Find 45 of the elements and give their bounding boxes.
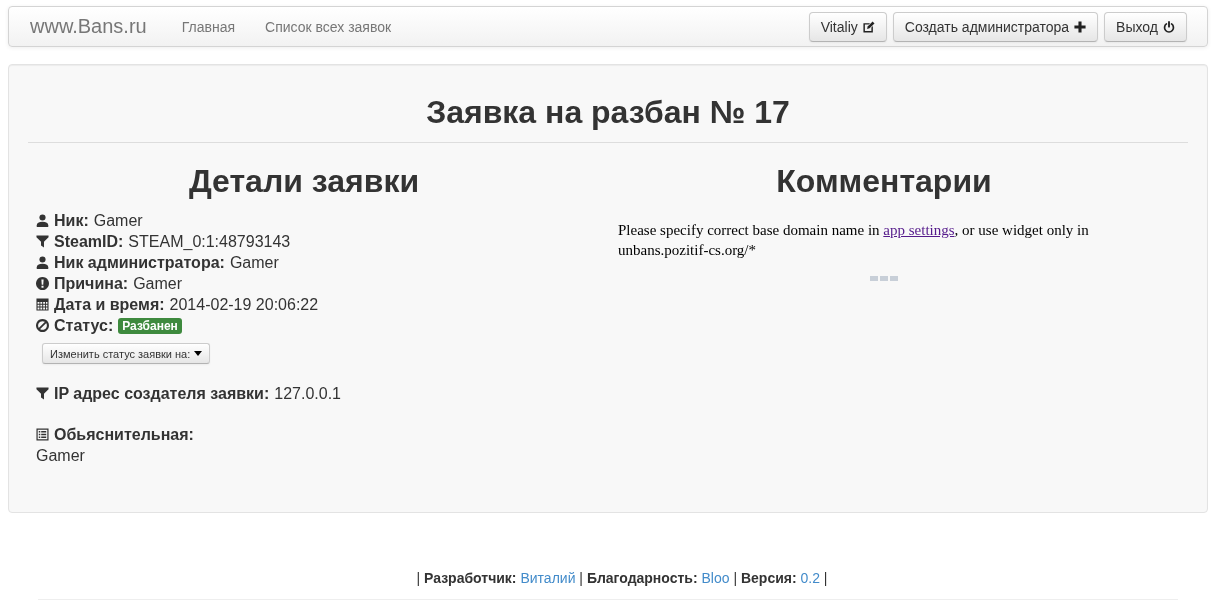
field-label: Обьяснительная:	[54, 425, 194, 444]
field-label: IP адрес создателя заявки:	[54, 384, 270, 403]
section-heading: Комментарии	[775, 164, 993, 199]
add-admin-button[interactable]: Создать администратора	[892, 11, 1099, 42]
field-label: Дата и время:	[54, 295, 165, 314]
credit-link[interactable]: Bloo	[701, 570, 730, 586]
field-value: STEAM_0:1:48793143	[128, 232, 291, 251]
filter-icon	[36, 235, 49, 248]
nav-link[interactable]: Список всех заявок	[250, 8, 407, 45]
nav-link[interactable]: Главная	[166, 8, 250, 45]
filter-icon	[36, 387, 49, 400]
loading-indicator-icon	[870, 276, 898, 281]
brand-link[interactable]: www.Bans.ru	[30, 15, 147, 38]
field-value: Gamer	[229, 253, 279, 272]
field-value: Gamer	[93, 211, 143, 230]
app-settings-link[interactable]: app settings	[883, 222, 955, 238]
page-title: Заявка на разбан № 17	[425, 95, 791, 130]
credit-link[interactable]: 0.2	[800, 570, 820, 586]
field-label: Ник администратора:	[54, 253, 225, 272]
field-value: Gamer	[133, 274, 183, 293]
field-label: Причина:	[54, 274, 129, 293]
status-dropdown-button[interactable]: Изменить статус заявки на:	[42, 343, 211, 364]
user-icon	[36, 214, 49, 227]
ban-icon	[36, 319, 49, 332]
field-label: SteamID:	[54, 232, 124, 251]
field-label: Ник:	[54, 211, 89, 230]
user-icon	[36, 256, 49, 269]
caret-icon	[194, 351, 203, 356]
list-icon	[36, 428, 49, 441]
logout-button[interactable]: Выход	[1104, 11, 1187, 42]
field-value: 2014-02-19 20:06:22	[169, 295, 319, 314]
profile-button[interactable]: Vitaliy	[808, 11, 887, 42]
field-value: 127.0.0.1	[274, 384, 341, 403]
explanation-text: Gamer	[36, 446, 86, 466]
status-badge: Разбанен	[118, 317, 182, 334]
exclamation-icon	[36, 277, 49, 290]
edit-icon	[862, 20, 875, 33]
power-icon	[1163, 20, 1175, 33]
section-heading: Детали заявки	[187, 164, 421, 199]
field-label: Статус:	[54, 316, 114, 335]
calendar-icon	[36, 298, 49, 311]
plus-icon	[1074, 20, 1087, 33]
domain-warning-text: Please specify correct base domain name in app settings, or use widget only in unbans.pozitif-cs.org/*	[618, 221, 1090, 260]
credit-link[interactable]: Виталий	[520, 570, 576, 586]
footer-credits: | Разработчик: Виталий | Благодарность: Bloo | Версия: 0.2 |	[415, 569, 829, 588]
